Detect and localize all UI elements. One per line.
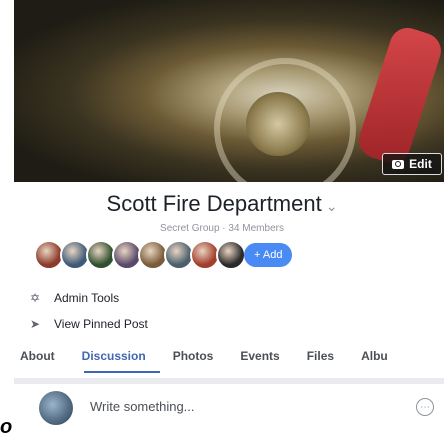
view-pinned-post-label: View Pinned Post bbox=[54, 317, 148, 331]
add-member-button[interactable]: + Add bbox=[244, 243, 293, 267]
admin-tools-row[interactable]: ✡ Admin Tools bbox=[28, 291, 119, 305]
pin-icon: ➤ bbox=[29, 317, 41, 331]
active-tab-indicator bbox=[84, 371, 160, 373]
cover-art-emblem bbox=[246, 92, 310, 156]
member-avatar[interactable] bbox=[216, 240, 246, 270]
left-edge-glyph: o bbox=[0, 416, 13, 438]
emoji-icon[interactable]: ⋯ bbox=[416, 398, 434, 416]
group-meta: Secret Group · 34 Members bbox=[160, 223, 284, 234]
tab-discussion[interactable]: Discussion bbox=[82, 349, 146, 371]
edit-cover-button[interactable]: Edit bbox=[382, 153, 442, 175]
group-cover-photo bbox=[14, 0, 444, 182]
tab-events[interactable]: Events bbox=[240, 349, 279, 371]
user-avatar bbox=[39, 391, 73, 425]
post-composer[interactable]: Write something... ⋯ bbox=[14, 384, 444, 437]
write-something-input[interactable]: Write something... bbox=[90, 399, 195, 414]
group-title[interactable]: Scott Fire Department ⌄ bbox=[0, 191, 444, 217]
tab-about[interactable]: About bbox=[20, 349, 55, 371]
admin-tools-label: Admin Tools bbox=[54, 291, 120, 305]
group-tabs: About Discussion Photos Events Files Alb… bbox=[20, 349, 415, 371]
view-pinned-post-row[interactable]: ➤ View Pinned Post bbox=[28, 317, 148, 331]
cover-art-red-shape bbox=[354, 23, 444, 168]
edit-cover-label: Edit bbox=[409, 157, 432, 171]
camera-icon bbox=[392, 159, 405, 169]
tab-photos[interactable]: Photos bbox=[173, 349, 214, 371]
admin-tools-icon: ✡ bbox=[29, 291, 41, 305]
tab-files[interactable]: Files bbox=[307, 349, 334, 371]
chevron-down-icon[interactable]: ⌄ bbox=[326, 198, 338, 214]
member-avatars[interactable]: + Add bbox=[34, 240, 293, 270]
tab-albums[interactable]: Albu bbox=[361, 349, 388, 371]
group-name: Scott Fire Department bbox=[106, 191, 322, 216]
